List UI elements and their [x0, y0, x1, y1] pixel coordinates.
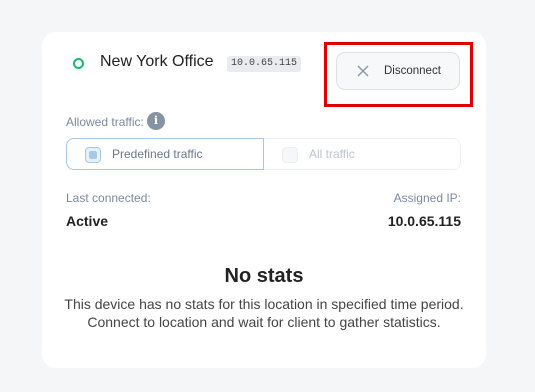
- disconnect-button[interactable]: Disconnect: [336, 52, 460, 90]
- all-traffic-option[interactable]: All traffic: [264, 138, 461, 170]
- disconnect-button-label: Disconnect: [384, 65, 441, 77]
- location-name: New York Office: [100, 53, 214, 70]
- info-icon[interactable]: i: [147, 112, 165, 130]
- traffic-selector: Predefined traffic All traffic: [66, 138, 461, 170]
- last-connected-value: Active: [66, 213, 109, 229]
- assigned-ip-value: 10.0.65.115: [387, 213, 461, 229]
- assigned-ip-label: Assigned IP:: [393, 191, 461, 205]
- last-connected-label: Last connected:: [66, 191, 151, 205]
- connection-status-icon: [73, 58, 84, 69]
- no-stats-description: This device has no stats for this locati…: [64, 296, 464, 330]
- predefined-traffic-label: Predefined traffic: [112, 147, 203, 161]
- predefined-traffic-radio[interactable]: [85, 147, 101, 163]
- all-traffic-radio[interactable]: [282, 147, 298, 163]
- close-icon: [357, 65, 369, 77]
- all-traffic-label: All traffic: [309, 147, 355, 161]
- no-stats-title: No stats: [224, 265, 304, 287]
- location-card: New York Office 10.0.65.115 Disconnect A…: [42, 32, 486, 368]
- predefined-traffic-option[interactable]: Predefined traffic: [66, 138, 264, 170]
- location-ip-badge: 10.0.65.115: [227, 56, 302, 72]
- allowed-traffic-label: Allowed traffic:: [66, 115, 144, 129]
